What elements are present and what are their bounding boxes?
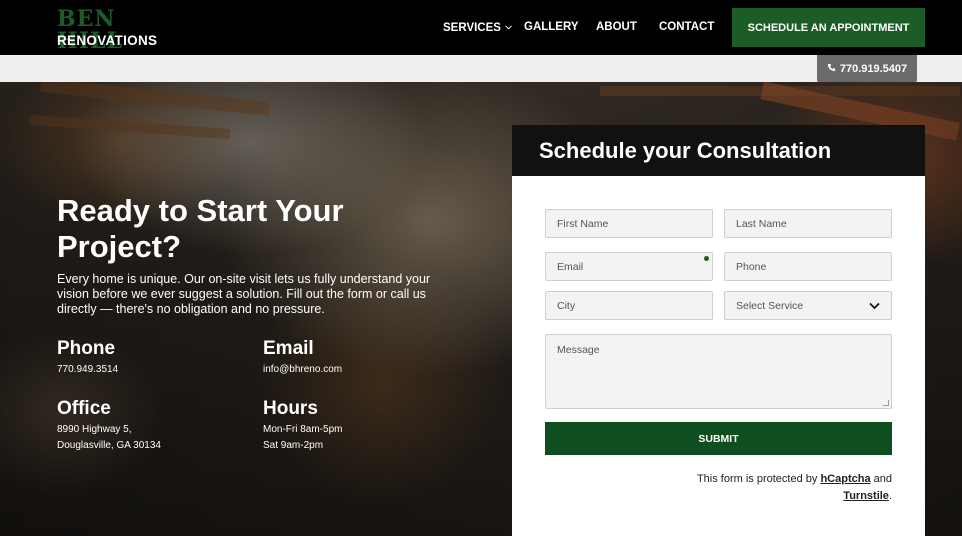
nav-gallery[interactable]: GALLERY	[524, 20, 579, 34]
email-value[interactable]: info@bhreno.com	[263, 362, 342, 378]
hcaptcha-link[interactable]: hCaptcha	[820, 473, 870, 485]
city-input[interactable]: City	[545, 291, 713, 320]
hero-title: Ready to Start Your Project?	[57, 193, 344, 264]
service-placeholder: Select Service	[736, 299, 804, 312]
chevron-down-icon	[869, 301, 880, 313]
captcha-notice: This form is protected by hCaptcha and T…	[592, 471, 892, 505]
first-name-input[interactable]: First Name	[545, 209, 713, 238]
phone-value[interactable]: 770.949.3514	[57, 362, 118, 378]
first-name-placeholder: First Name	[557, 217, 609, 230]
message-textarea[interactable]: Message	[545, 334, 892, 409]
nav-about[interactable]: ABOUT	[596, 20, 637, 34]
captcha-end: .	[888, 490, 892, 502]
office-heading: Office	[57, 398, 111, 419]
site-logo[interactable]: BEN HILL RENOVATIONS	[57, 8, 158, 52]
captcha-prefix: This form is protected by	[696, 473, 818, 485]
form-header: Schedule your Consultation	[512, 125, 925, 176]
last-name-input[interactable]: Last Name	[724, 209, 892, 238]
email-placeholder: Email	[557, 260, 584, 273]
turnstile-link[interactable]: Turnstile	[843, 490, 889, 502]
resize-handle-icon[interactable]	[883, 400, 889, 406]
last-name-placeholder: Last Name	[736, 217, 787, 230]
email-heading: Email	[263, 338, 314, 359]
city-placeholder: City	[557, 299, 576, 312]
submit-button[interactable]: SUBMIT	[545, 422, 892, 455]
office-line1: 8990 Highway 5,	[57, 424, 132, 435]
phone-placeholder: Phone	[736, 260, 767, 273]
chevron-down-icon	[505, 20, 512, 34]
captcha-and: and	[873, 473, 892, 485]
hours-heading: Hours	[263, 398, 318, 419]
email-input[interactable]: Email	[545, 252, 713, 281]
phone-input[interactable]: Phone	[724, 252, 892, 281]
logo-bottom-text: RENOVATIONS	[57, 33, 158, 48]
form-title: Schedule your Consultation	[539, 138, 832, 163]
service-select[interactable]: Select Service	[724, 291, 892, 320]
nav-services-label: SERVICES	[443, 22, 501, 34]
schedule-appointment-button[interactable]: SCHEDULE AN APPOINTMENT	[732, 8, 925, 47]
phone-tab[interactable]: 770.919.5407	[817, 55, 917, 82]
consultation-form-card: Schedule your Consultation First Name La…	[512, 125, 925, 536]
hero-description: Every home is unique. Our on-site visit …	[57, 272, 431, 316]
phone-heading: Phone	[57, 338, 116, 359]
nav-services[interactable]: SERVICES	[443, 20, 512, 35]
hours-line2: Sat 9am-2pm	[263, 440, 324, 451]
phone-tab-number: 770.919.5407	[839, 62, 908, 75]
phone-icon	[827, 63, 836, 75]
field-indicator-dot	[704, 256, 709, 261]
office-line2: Douglasville, GA 30134	[57, 440, 161, 451]
nav-contact[interactable]: CONTACT	[659, 20, 714, 34]
message-placeholder: Message	[557, 344, 600, 356]
top-nav: BEN HILL RENOVATIONS SERVICES GALLERY AB…	[0, 0, 962, 55]
hours-line1: Mon-Fri 8am-5pm	[263, 424, 343, 435]
